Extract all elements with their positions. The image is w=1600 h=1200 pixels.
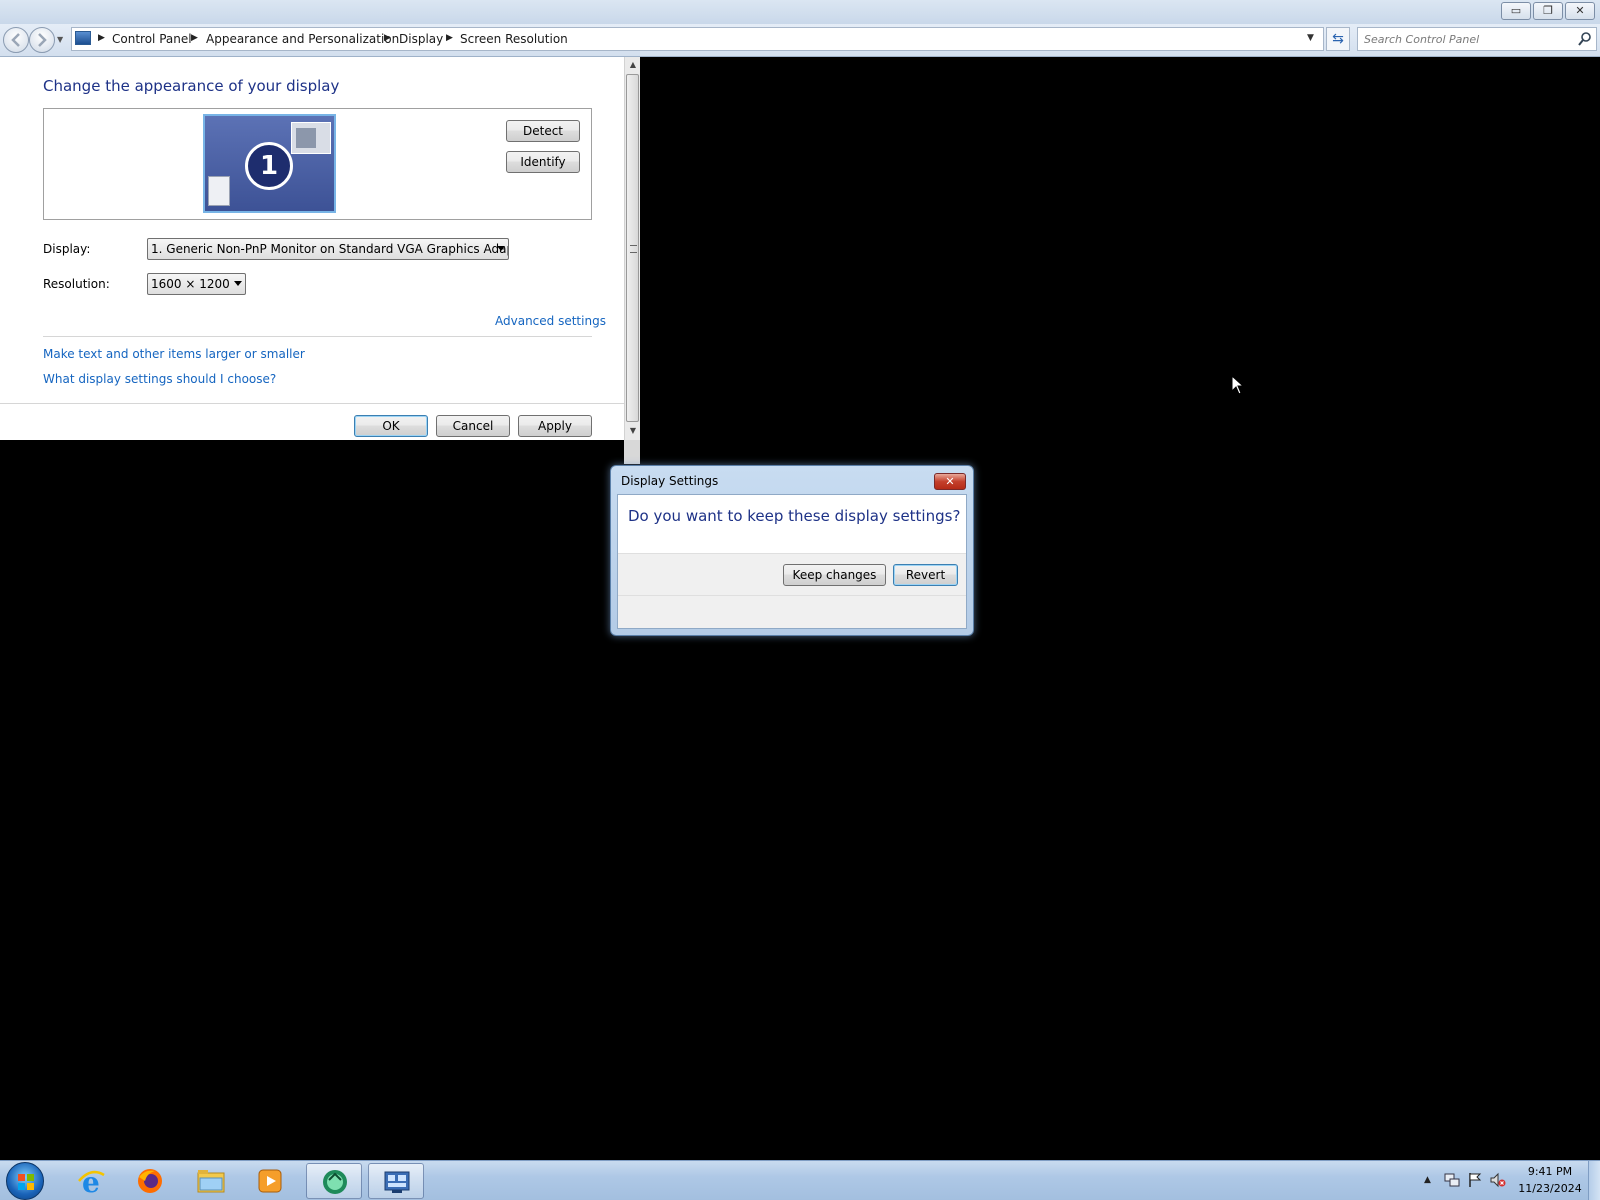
start-button[interactable] xyxy=(6,1162,44,1200)
volume-muted-icon[interactable] xyxy=(1490,1172,1506,1188)
control-panel-icon xyxy=(384,1171,410,1193)
address-box[interactable]: ▶ Control Panel ▶ Appearance and Persona… xyxy=(71,27,1324,51)
search-input[interactable] xyxy=(1364,29,1574,49)
show-desktop-button[interactable] xyxy=(1588,1161,1600,1200)
page-title: Change the appearance of your display xyxy=(43,77,340,95)
section-divider xyxy=(43,336,592,337)
detect-button[interactable]: Detect xyxy=(506,120,580,142)
search-icon[interactable] xyxy=(1578,31,1592,47)
firefox-icon xyxy=(138,1169,162,1193)
taskbar-chat-app[interactable] xyxy=(306,1163,362,1199)
apply-button[interactable]: Apply xyxy=(518,415,592,437)
dialog-question: Do you want to keep these display settin… xyxy=(628,507,961,525)
search-box[interactable] xyxy=(1357,27,1597,51)
display-settings-dialog: Display Settings ✕ Do you want to keep t… xyxy=(610,465,974,636)
dialog-title: Display Settings xyxy=(621,474,719,488)
mouse-cursor-icon xyxy=(1231,375,1245,395)
maximize-button[interactable]: ❐ xyxy=(1533,2,1563,20)
internet-explorer-icon: e xyxy=(78,1167,105,1195)
taskbar: e ▲ 9:41 PM 11/23/2024 xyxy=(0,1160,1600,1200)
revert-button[interactable]: Revert xyxy=(893,564,958,586)
resolution-label: Resolution: xyxy=(43,277,110,291)
refresh-icon: ⇆ xyxy=(1332,31,1344,47)
identify-button[interactable]: Identify xyxy=(506,151,580,173)
display-select-value: 1. Generic Non-PnP Monitor on Standard V… xyxy=(151,242,509,256)
vertical-scrollbar[interactable]: ▲ ▼ xyxy=(624,57,640,440)
screen-resolution-panel: Change the appearance of your display 1 … xyxy=(0,57,624,440)
back-arrow-icon xyxy=(11,33,20,47)
dialog-close-button[interactable]: ✕ xyxy=(934,473,966,490)
document-thumbnail-icon xyxy=(208,176,230,206)
resolution-select-value: 1600 × 1200 xyxy=(151,277,230,291)
address-dropdown-icon[interactable]: ▼ xyxy=(1307,33,1314,43)
chevron-down-icon xyxy=(234,281,242,286)
recent-pages-dropdown-icon[interactable]: ▼ xyxy=(57,35,63,44)
taskbar-media-player[interactable] xyxy=(242,1163,298,1199)
footer-divider xyxy=(0,403,624,404)
ok-button[interactable]: OK xyxy=(354,415,428,437)
display-help-link[interactable]: What display settings should I choose? xyxy=(43,372,276,386)
grip-icon xyxy=(630,245,637,253)
scroll-down-icon[interactable]: ▼ xyxy=(625,423,641,439)
breadcrumb-control-panel[interactable]: Control Panel xyxy=(112,32,192,46)
advanced-settings-link[interactable]: Advanced settings xyxy=(495,314,606,328)
forward-arrow-icon xyxy=(38,33,47,47)
address-toolbar: ▼ ▶ Control Panel ▶ Appearance and Perso… xyxy=(0,24,1600,57)
clock-date[interactable]: 11/23/2024 xyxy=(1510,1182,1590,1195)
chevron-right-icon[interactable]: ▶ xyxy=(384,33,391,43)
monitor-1-preview[interactable]: 1 xyxy=(203,114,336,213)
resolution-select[interactable]: 1600 × 1200 xyxy=(147,273,246,295)
scroll-up-icon[interactable]: ▲ xyxy=(625,57,641,73)
chevron-right-icon[interactable]: ▶ xyxy=(191,33,198,43)
text-size-link[interactable]: Make text and other items larger or smal… xyxy=(43,347,305,361)
refresh-button[interactable]: ⇆ xyxy=(1326,27,1350,51)
keep-changes-button[interactable]: Keep changes xyxy=(783,564,886,586)
scrollbar-corner xyxy=(624,440,640,464)
dialog-button-bar: Keep changes Revert xyxy=(618,553,966,595)
media-player-icon xyxy=(258,1169,282,1193)
window-titlebar: ▭ ❐ ✕ xyxy=(0,0,1600,24)
dialog-body: Do you want to keep these display settin… xyxy=(617,494,967,629)
forward-button[interactable] xyxy=(29,27,55,53)
clock-time[interactable]: 9:41 PM xyxy=(1520,1165,1580,1178)
taskbar-file-explorer[interactable] xyxy=(183,1163,239,1199)
windows-logo-icon xyxy=(18,1174,34,1190)
display-select[interactable]: 1. Generic Non-PnP Monitor on Standard V… xyxy=(147,238,509,260)
window-thumbnail-icon xyxy=(291,122,331,154)
taskbar-firefox[interactable] xyxy=(122,1163,178,1199)
control-panel-icon xyxy=(75,31,91,45)
cancel-button[interactable]: Cancel xyxy=(436,415,510,437)
breadcrumb-display[interactable]: Display xyxy=(399,32,443,46)
taskbar-control-panel[interactable] xyxy=(368,1163,424,1199)
action-center-flag-icon[interactable] xyxy=(1467,1172,1483,1188)
monitor-number-badge: 1 xyxy=(245,142,293,190)
chevron-right-icon[interactable]: ▶ xyxy=(446,33,453,43)
breadcrumb-screen-resolution[interactable]: Screen Resolution xyxy=(460,32,568,46)
chevron-right-icon[interactable]: ▶ xyxy=(98,33,105,43)
chevron-down-icon xyxy=(497,246,505,251)
back-button[interactable] xyxy=(3,27,29,53)
monitor-preview-area: 1 Detect Identify xyxy=(43,108,592,220)
minimize-button[interactable]: ▭ xyxy=(1501,2,1531,20)
scrollbar-thumb[interactable] xyxy=(626,74,639,422)
dialog-status-area xyxy=(618,595,966,628)
show-hidden-icons-icon[interactable]: ▲ xyxy=(1424,1175,1431,1185)
taskbar-internet-explorer[interactable]: e xyxy=(63,1163,119,1199)
file-explorer-icon xyxy=(197,1170,225,1193)
display-label: Display: xyxy=(43,242,91,256)
close-window-button[interactable]: ✕ xyxy=(1565,2,1595,20)
network-icon[interactable] xyxy=(1444,1172,1460,1188)
screen: ▭ ❐ ✕ ▼ ▶ Control Panel ▶ Appearance and… xyxy=(0,0,1600,1200)
breadcrumb-appearance[interactable]: Appearance and Personalization xyxy=(206,32,399,46)
chat-app-icon xyxy=(323,1170,347,1194)
